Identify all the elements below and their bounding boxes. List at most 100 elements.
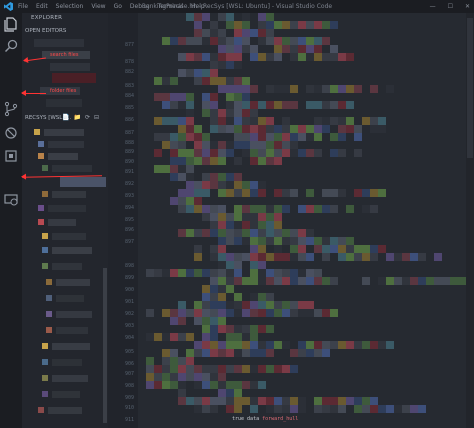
code-fragment [258, 29, 266, 37]
code-fragment [226, 389, 234, 397]
code-fragment [354, 341, 362, 349]
list-item[interactable] [56, 311, 92, 318]
new-folder-icon[interactable]: 📁 [73, 114, 80, 121]
list-item[interactable] [60, 177, 106, 187]
close-button[interactable]: ✕ [465, 0, 470, 13]
code-fragment [234, 21, 242, 29]
code-fragment [338, 405, 346, 413]
minimize-button[interactable]: — [430, 0, 436, 13]
code-fragment [306, 21, 314, 29]
code-fragment [306, 85, 314, 93]
list-item[interactable] [48, 219, 76, 226]
folder-icon [34, 129, 40, 135]
extensions-icon[interactable] [3, 148, 19, 164]
code-fragment [330, 53, 338, 61]
code-fragment [314, 133, 322, 141]
code-fragment [218, 285, 226, 293]
code-fragment [170, 37, 178, 45]
code-fragment [210, 253, 218, 261]
code-fragment [298, 45, 306, 53]
code-fragment [178, 189, 186, 197]
line-number: 889 [124, 149, 134, 155]
code-fragment [306, 101, 314, 109]
code-fragment [266, 101, 274, 109]
remote-explorer-icon[interactable] [3, 191, 19, 207]
code-fragment [226, 301, 234, 309]
code-fragment [210, 397, 218, 405]
code-fragment [226, 309, 234, 317]
code-fragment [186, 149, 194, 157]
list-item[interactable] [50, 63, 90, 71]
menu-edit[interactable]: Edit [36, 0, 48, 13]
code-fragment [234, 77, 242, 85]
code-fragment [218, 317, 226, 325]
code-fragment [266, 141, 274, 149]
source-control-icon[interactable] [3, 101, 19, 117]
code-fragment [186, 93, 194, 101]
list-item[interactable] [56, 295, 84, 302]
line-number: 902 [124, 311, 134, 317]
sidebar-scrollbar[interactable] [103, 268, 107, 423]
refresh-icon[interactable]: ⟳ [85, 114, 90, 121]
list-item[interactable] [52, 233, 86, 240]
code-fragment [178, 269, 186, 277]
menu-terminal[interactable]: Terminal [158, 0, 183, 13]
code-fragment [234, 365, 242, 373]
code-fragment [386, 277, 394, 285]
list-item[interactable] [52, 247, 92, 254]
maximize-button[interactable]: ☐ [448, 0, 453, 13]
list-item[interactable] [52, 191, 86, 198]
code-fragment [306, 237, 314, 245]
code-fragment [210, 325, 218, 333]
list-item[interactable] [52, 263, 82, 270]
explorer-icon[interactable] [3, 16, 19, 32]
list-item[interactable] [52, 359, 82, 366]
menu-view[interactable]: View [91, 0, 105, 13]
menu-help[interactable]: Help [191, 0, 205, 13]
menu-debug[interactable]: Debug [130, 0, 150, 13]
code-fragment [234, 157, 242, 165]
list-item[interactable] [48, 205, 86, 212]
list-item[interactable] [34, 39, 84, 47]
list-item[interactable] [48, 141, 84, 148]
code-fragment [210, 285, 218, 293]
code-fragment [362, 189, 370, 197]
list-item[interactable] [44, 129, 84, 136]
code-fragment [242, 37, 250, 45]
code-fragment [298, 133, 306, 141]
code-fragment [234, 397, 242, 405]
list-item[interactable] [48, 153, 78, 160]
code-fragment [346, 117, 354, 125]
code-fragment [194, 341, 202, 349]
list-item[interactable] [46, 99, 82, 107]
code-fragment [330, 245, 338, 253]
search-icon[interactable] [3, 38, 19, 54]
line-number: 900 [124, 287, 134, 293]
list-item[interactable] [52, 343, 90, 350]
list-item[interactable] [56, 279, 90, 286]
code-fragment [202, 69, 210, 77]
list-item[interactable] [52, 165, 92, 172]
list-item[interactable] [52, 391, 80, 398]
code-fragment [274, 253, 282, 261]
editor-scroll-thumb[interactable] [467, 18, 473, 158]
menu-file[interactable]: File [18, 0, 28, 13]
list-item[interactable] [48, 407, 82, 414]
list-item[interactable] [52, 375, 88, 382]
code-fragment [234, 341, 242, 349]
new-file-icon[interactable]: 📄 [62, 114, 69, 121]
code-editor[interactable] [138, 13, 466, 428]
code-fragment [258, 117, 266, 125]
code-fragment [330, 189, 338, 197]
code-fragment [250, 229, 258, 237]
list-item[interactable] [56, 327, 88, 334]
code-fragment [282, 125, 290, 133]
open-editors-header[interactable]: OPEN EDITORS [25, 28, 66, 34]
menu-go[interactable]: Go [114, 0, 122, 13]
menu-selection[interactable]: Selection [56, 0, 84, 13]
debug-icon[interactable] [3, 125, 19, 141]
collapse-icon[interactable]: ⊟ [94, 114, 99, 121]
list-item[interactable] [52, 73, 96, 83]
code-fragment [234, 61, 242, 69]
code-fragment [186, 365, 194, 373]
